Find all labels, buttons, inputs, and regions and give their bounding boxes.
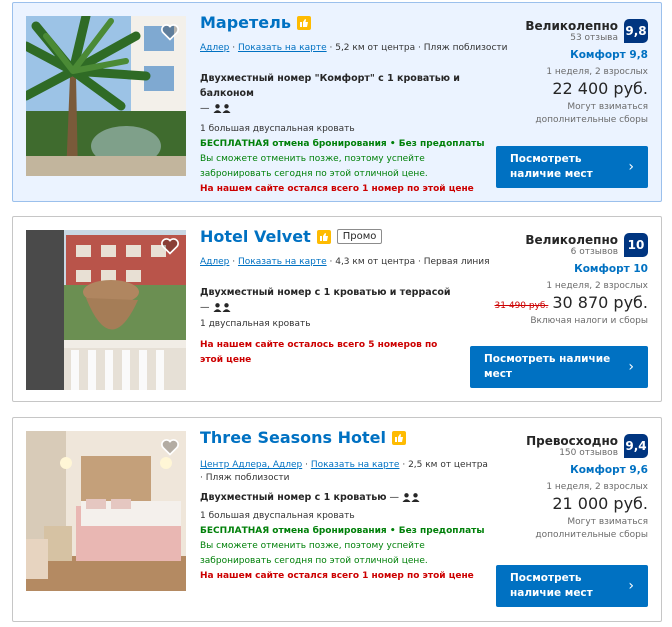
- comfort-score: Комфорт 10: [574, 263, 648, 275]
- room-info: Двухместный номер с 1 кроватью и террасо…: [200, 285, 460, 368]
- property-photo[interactable]: [26, 16, 186, 176]
- area-link[interactable]: Адлер: [200, 43, 229, 53]
- show-on-map-link[interactable]: Показать на карте: [311, 460, 400, 470]
- rating-word: Великолепно: [525, 19, 618, 33]
- two-people-icon: [213, 104, 231, 113]
- bed-type: 1 большая двуспальная кровать: [200, 511, 355, 521]
- review-score[interactable]: Превосходно 150 отзывов 9,4: [488, 434, 648, 458]
- fees-note: Могут взиматься дополнительные сборы: [535, 517, 648, 540]
- review-score[interactable]: Великолепно 6 отзывов 10: [495, 233, 648, 257]
- heart-icon[interactable]: [160, 22, 180, 42]
- button-label: Посмотреть наличие мест: [510, 572, 593, 599]
- room-info: Двухместный номер с 1 кроватью — 1 больш…: [200, 490, 485, 584]
- review-count: 6 отзывов: [570, 247, 618, 257]
- see-availability-button[interactable]: Посмотреть наличие мест ›: [470, 346, 648, 388]
- review-count: 150 отзывов: [559, 448, 618, 458]
- area-link[interactable]: Адлер: [200, 257, 229, 267]
- property-title[interactable]: Three Seasons Hotel: [200, 428, 386, 447]
- see-availability-button[interactable]: Посмотреть наличие мест ›: [496, 146, 648, 188]
- scarcity-warning: На нашем сайте остался всего 1 номер по …: [200, 571, 474, 581]
- price-block: Великолепно 6 отзывов 10 Комфорт 10 1 не…: [495, 233, 648, 328]
- show-on-map-link[interactable]: Показать на карте: [238, 257, 327, 267]
- score-badge: 10: [624, 233, 648, 257]
- location-line: Центр Адлера, Адлер · Показать на карте …: [200, 460, 488, 483]
- scarcity-warning: На нашем сайте осталось всего 5 номеров …: [200, 340, 438, 365]
- property-card: Маретель Адлер · Показать на карте · 5,2…: [12, 2, 662, 202]
- property-photo[interactable]: [26, 230, 186, 390]
- price: 22 400 руб.: [552, 79, 648, 98]
- thumbs-up-icon: [392, 430, 407, 445]
- room-dash: —: [200, 302, 210, 313]
- room-name: Двухместный номер с 1 кроватью и террасо…: [200, 287, 451, 298]
- room-name: Двухместный номер "Комфорт" с 1 кроватью…: [200, 73, 460, 99]
- area-link[interactable]: Центр Адлера, Адлер: [200, 460, 302, 470]
- thumbs-up-icon: [296, 15, 311, 30]
- promo-badge: Промо: [336, 229, 383, 244]
- chevron-right-icon: ›: [628, 577, 634, 594]
- room-dash: —: [200, 103, 210, 114]
- scarcity-warning: На нашем сайте остался всего 1 номер по …: [200, 184, 474, 194]
- score-badge: 9,4: [624, 434, 648, 458]
- heart-icon[interactable]: [160, 236, 180, 256]
- bed-type: 1 большая двуспальная кровать: [200, 124, 355, 134]
- fees-note: Могут взиматься дополнительные сборы: [535, 102, 648, 125]
- property-card: Three Seasons Hotel Центр Адлера, Адлер …: [12, 417, 662, 622]
- room-name: Двухместный номер с 1 кроватью: [200, 492, 387, 503]
- stay-details: 1 неделя, 2 взрослых: [546, 482, 648, 492]
- score-badge: 9,8: [624, 19, 648, 43]
- stay-details: 1 неделя, 2 взрослых: [546, 281, 648, 291]
- property-card: Hotel Velvet Промо Адлер · Показать на к…: [12, 216, 662, 402]
- price-block: Превосходно 150 отзывов 9,4 Комфорт 9,6 …: [488, 434, 648, 542]
- distance: 2,5 км от центра: [408, 460, 488, 470]
- two-people-icon: [402, 493, 420, 502]
- thumbs-up-icon: [316, 229, 331, 244]
- location-line: Адлер · Показать на карте · 4,3 км от це…: [200, 257, 490, 267]
- price-block: Великолепно 53 отзыва 9,8 Комфорт 9,8 1 …: [488, 19, 648, 127]
- stay-details: 1 неделя, 2 взрослых: [546, 67, 648, 77]
- rating-word: Превосходно: [526, 434, 618, 448]
- heart-icon[interactable]: [160, 437, 180, 457]
- location-feature: Первая линия: [423, 257, 490, 267]
- room-info: Двухместный номер "Комфорт" с 1 кроватью…: [200, 71, 485, 197]
- free-cancellation: БЕСПЛАТНАЯ отмена бронирования • Без пре…: [200, 526, 485, 536]
- button-label: Посмотреть наличие мест: [510, 153, 593, 180]
- property-photo[interactable]: [26, 431, 186, 591]
- location-feature: Пляж поблизости: [205, 473, 290, 483]
- chevron-right-icon: ›: [628, 358, 634, 375]
- review-score[interactable]: Великолепно 53 отзыва 9,8: [488, 19, 648, 43]
- fees-note: Включая налоги и сборы: [530, 316, 648, 326]
- review-count: 53 отзыва: [570, 33, 618, 43]
- property-title[interactable]: Маретель: [200, 13, 291, 32]
- comfort-score: Комфорт 9,6: [570, 464, 648, 476]
- room-dash: —: [389, 492, 400, 503]
- cancellation-note: Вы сможете отменить позже, поэтому успей…: [200, 541, 428, 566]
- price: 21 000 руб.: [552, 494, 648, 513]
- property-title[interactable]: Hotel Velvet: [200, 227, 311, 246]
- free-cancellation: БЕСПЛАТНАЯ отмена бронирования • Без пре…: [200, 139, 485, 149]
- see-availability-button[interactable]: Посмотреть наличие мест ›: [496, 565, 648, 607]
- old-price: 31 490 руб.: [494, 301, 549, 311]
- comfort-score: Комфорт 9,8: [570, 49, 648, 61]
- button-label: Посмотреть наличие мест: [484, 353, 611, 380]
- distance: 4,3 км от центра: [335, 257, 416, 267]
- show-on-map-link[interactable]: Показать на карте: [238, 43, 327, 53]
- distance: 5,2 км от центра: [335, 43, 416, 53]
- price: 30 870 руб.: [552, 293, 648, 312]
- rating-word: Великолепно: [525, 233, 618, 247]
- chevron-right-icon: ›: [628, 158, 634, 175]
- two-people-icon: [213, 303, 231, 312]
- cancellation-note: Вы сможете отменить позже, поэтому успей…: [200, 154, 428, 179]
- location-line: Адлер · Показать на карте · 5,2 км от це…: [200, 43, 508, 53]
- bed-type: 1 двуспальная кровать: [200, 319, 311, 329]
